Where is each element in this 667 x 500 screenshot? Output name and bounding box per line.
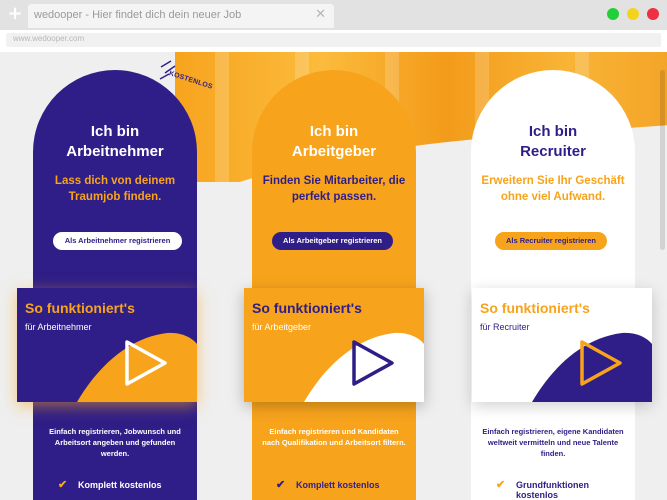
video-card-recruiter[interactable]: So funktioniert's für Recruiter xyxy=(472,288,652,402)
card-title: So funktioniert's xyxy=(252,300,362,316)
browser-window: + wedooper - Hier findet dich dein neuer… xyxy=(0,0,667,500)
card-title: So funktioniert's xyxy=(25,300,135,316)
column-description: Einfach registrieren, Jobwunsch und Arbe… xyxy=(49,427,181,458)
video-card-arbeitnehmer[interactable]: So funktioniert's für Arbeitnehmer xyxy=(17,288,197,402)
video-card-arbeitgeber[interactable]: So funktioniert's für Arbeitgeber xyxy=(244,288,424,402)
card-subtitle: für Arbeitgeber xyxy=(252,322,312,332)
column-subtitle: Erweitern Sie Ihr Geschäft ohne viel Auf… xyxy=(481,175,625,203)
column-subtitle: Finden Sie Mitarbeiter, die perfekt pass… xyxy=(262,175,406,203)
close-window-button[interactable] xyxy=(647,8,659,20)
check-icon: ✔ xyxy=(496,479,506,491)
card-title: So funktioniert's xyxy=(480,300,590,316)
column-title: Ich bin Recruiter xyxy=(520,123,586,160)
url-text: www.wedooper.com xyxy=(13,34,85,43)
address-bar[interactable]: www.wedooper.com xyxy=(6,33,661,47)
plus-icon[interactable]: + xyxy=(7,5,23,23)
check-icon: ✔ xyxy=(58,479,68,491)
tab-title: wedooper - Hier findet dich dein neuer J… xyxy=(34,9,242,21)
scrollbar-thumb[interactable] xyxy=(660,70,665,250)
check-icon: ✔ xyxy=(276,479,286,491)
column-subtitle: Lass dich von deinem Traumjob finden. xyxy=(54,175,176,203)
column-description: Einfach registrieren, eigene Kandidaten … xyxy=(482,427,624,458)
card-subtitle: für Recruiter xyxy=(480,322,530,332)
play-icon[interactable] xyxy=(350,338,396,388)
card-subtitle: für Arbeitnehmer xyxy=(25,322,92,332)
close-icon[interactable]: ✕ xyxy=(315,7,326,22)
play-icon[interactable] xyxy=(578,338,624,388)
page-content: KOSTENLOS Ich bin Arbeitnehmer Lass dich … xyxy=(0,52,667,500)
column-description: Einfach registrieren und Kandidaten nach… xyxy=(262,427,406,447)
tab-bar: + wedooper - Hier findet dich dein neuer… xyxy=(0,0,667,30)
minimize-button[interactable] xyxy=(627,8,639,20)
register-arbeitnehmer-button[interactable]: Als Arbeitnehmer registrieren xyxy=(53,232,182,250)
play-icon[interactable] xyxy=(123,338,169,388)
feature-item: ✔ Komplett kostenlos xyxy=(276,479,380,491)
register-arbeitgeber-button[interactable]: Als Arbeitgeber registrieren xyxy=(272,232,393,250)
column-title: Ich bin Arbeitgeber xyxy=(291,123,377,160)
feature-item: ✔ Komplett kostenlos xyxy=(58,479,162,491)
register-recruiter-button[interactable]: Als Recruiter registrieren xyxy=(495,232,607,250)
browser-tab[interactable]: wedooper - Hier findet dich dein neuer J… xyxy=(28,4,334,28)
column-title: Ich bin Arbeitnehmer xyxy=(66,123,164,160)
maximize-button[interactable] xyxy=(607,8,619,20)
feature-item-line2: kostenlos xyxy=(516,490,559,500)
